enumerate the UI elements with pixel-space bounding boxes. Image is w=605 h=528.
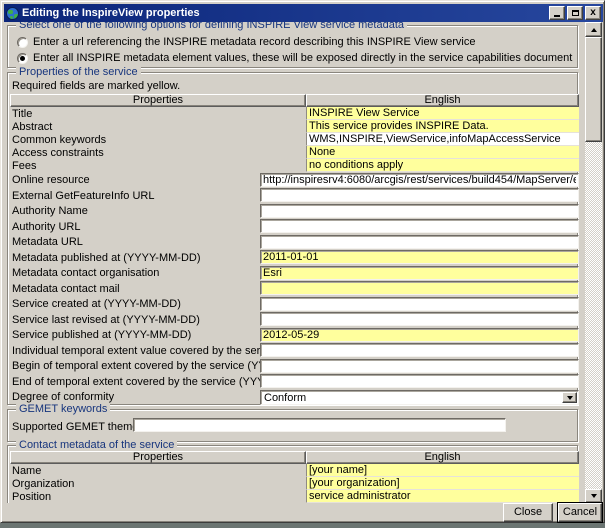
access-constraints-label: Access constraints — [12, 147, 104, 159]
radio-all-label: Enter all INSPIRE metadata element value… — [33, 52, 572, 64]
online-resource-label: Online resource — [12, 174, 90, 186]
authority-url-input[interactable] — [260, 219, 579, 233]
fees-input[interactable] — [306, 159, 579, 172]
contact-column-header-properties: Properties — [10, 451, 306, 464]
authority-name-label: Authority Name — [12, 205, 88, 217]
cancel-button[interactable]: Cancel — [558, 503, 602, 522]
service-published-label: Service published at (YYYY-MM-DD) — [12, 329, 191, 341]
metadata-contact-mail-input[interactable] — [260, 281, 579, 295]
column-header-properties: Properties — [10, 94, 306, 107]
scrollbar-thumb[interactable] — [585, 37, 602, 142]
abstract-input[interactable] — [306, 120, 579, 133]
service-created-label: Service created at (YYYY-MM-DD) — [12, 298, 181, 310]
end-temporal-extent-input[interactable] — [260, 374, 579, 388]
authority-url-label: Authority URL — [12, 221, 80, 233]
degree-of-conformity-value: Conform — [264, 392, 306, 404]
contact-position-label: Position — [12, 491, 51, 503]
required-note: Required fields are marked yellow. — [12, 80, 180, 92]
authority-name-input[interactable] — [260, 204, 579, 218]
online-resource-input[interactable] — [260, 173, 579, 187]
scroll-up-button[interactable] — [585, 22, 602, 37]
radio-url-label: Enter a url referencing the INSPIRE meta… — [33, 36, 475, 48]
combo-dropdown-button[interactable] — [562, 392, 577, 403]
contact-position-input[interactable] — [306, 490, 579, 503]
metadata-contact-mail-label: Metadata contact mail — [12, 283, 120, 295]
metadata-contact-organisation-label: Metadata contact organisation — [12, 267, 159, 279]
title-input[interactable] — [306, 107, 579, 120]
properties-dialog: Editing the InspireView properties x Sel… — [0, 0, 605, 523]
scroll-up-icon — [591, 28, 597, 32]
contact-name-label: Name — [12, 465, 41, 477]
contact-name-input[interactable] — [306, 464, 579, 477]
gemet-themes-label: Supported GEMET themes — [12, 421, 144, 433]
begin-temporal-extent-input[interactable] — [260, 359, 579, 373]
service-published-input[interactable] — [260, 328, 579, 342]
metadata-published-input[interactable] — [260, 250, 579, 264]
fees-label: Fees — [12, 160, 36, 172]
external-getfeatureinfo-url-input[interactable] — [260, 188, 579, 202]
service-properties-legend: Properties of the service — [16, 66, 141, 78]
maximize-icon — [572, 10, 579, 16]
common-keywords-input[interactable] — [306, 133, 579, 146]
external-getfeatureinfo-url-label: External GetFeatureInfo URL — [12, 190, 154, 202]
radio-all-button[interactable] — [17, 53, 28, 64]
minimize-button[interactable] — [549, 6, 565, 20]
scroll-down-icon — [591, 494, 597, 498]
close-window-button[interactable]: x — [585, 6, 601, 20]
radio-all-row[interactable]: Enter all INSPIRE metadata element value… — [17, 52, 572, 64]
metadata-url-label: Metadata URL — [12, 236, 83, 248]
radio-url-row[interactable]: Enter a url referencing the INSPIRE meta… — [17, 36, 475, 48]
contact-column-header-english: English — [306, 451, 579, 464]
gemet-legend: GEMET keywords — [16, 403, 110, 415]
degree-of-conformity-label: Degree of conformity — [12, 391, 114, 403]
common-keywords-label: Common keywords — [12, 134, 106, 146]
individual-temporal-extent-input[interactable] — [260, 343, 579, 357]
close-button[interactable]: Close — [503, 503, 553, 522]
contact-organization-label: Organization — [12, 478, 74, 490]
service-last-revised-input[interactable] — [260, 312, 579, 326]
service-created-input[interactable] — [260, 297, 579, 311]
degree-of-conformity-select[interactable]: Conform — [260, 390, 579, 405]
contact-organization-input[interactable] — [306, 477, 579, 490]
service-last-revised-label: Service last revised at (YYYY-MM-DD) — [12, 314, 200, 326]
app-globe-icon — [6, 7, 19, 20]
desktop-background-strip — [0, 523, 605, 528]
title-bar: Editing the InspireView properties x — [4, 4, 603, 22]
cancel-button-default-ring: Cancel — [557, 502, 603, 523]
maximize-button[interactable] — [567, 6, 583, 20]
scroll-down-button[interactable] — [585, 489, 602, 503]
chevron-down-icon — [567, 396, 573, 400]
minimize-icon — [554, 15, 560, 17]
options-legend: Select one of the following options for … — [16, 22, 407, 31]
abstract-label: Abstract — [12, 121, 52, 133]
column-header-english: English — [306, 94, 579, 107]
metadata-published-label: Metadata published at (YYYY-MM-DD) — [12, 252, 201, 264]
metadata-contact-organisation-input[interactable] — [260, 266, 579, 280]
metadata-url-input[interactable] — [260, 235, 579, 249]
vertical-scrollbar[interactable] — [585, 22, 602, 503]
window-title: Editing the InspireView properties — [22, 7, 547, 19]
contact-legend: Contact metadata of the service — [16, 439, 177, 451]
title-label: Title — [12, 108, 32, 120]
close-icon: x — [590, 8, 596, 18]
access-constraints-input[interactable] — [306, 146, 579, 159]
gemet-themes-input[interactable] — [133, 418, 506, 432]
radio-url-button[interactable] — [17, 37, 28, 48]
form-viewport: Select one of the following options for … — [4, 22, 584, 503]
